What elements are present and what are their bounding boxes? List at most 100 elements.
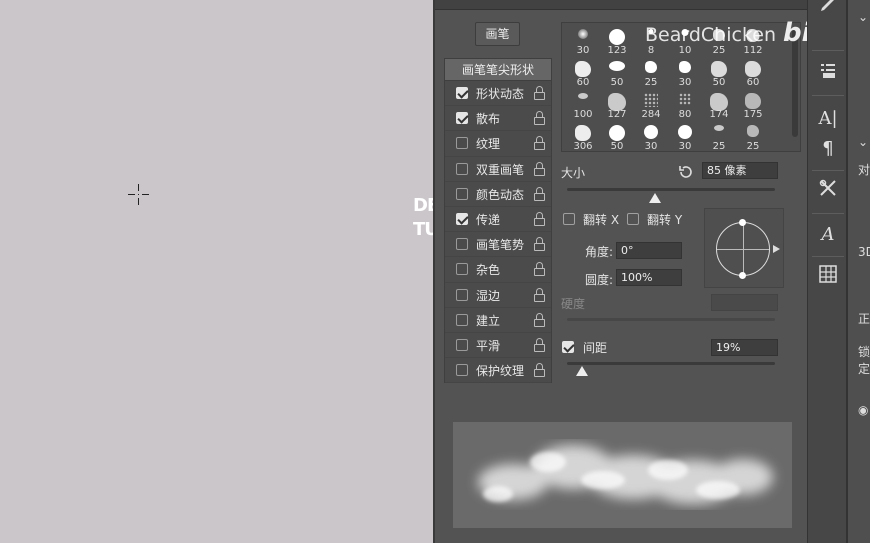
collapse-chevron-icon-2[interactable]: ⌄: [858, 135, 868, 149]
brush-option-row[interactable]: 传递: [445, 207, 551, 233]
brush-option-row[interactable]: 杂色: [445, 257, 551, 283]
preset-size-label: 10: [678, 45, 692, 56]
brush-tip-shape-item[interactable]: 画笔笔尖形状: [445, 59, 551, 81]
brush-option-row[interactable]: 形状动态: [445, 81, 551, 107]
lock-icon[interactable]: [534, 337, 545, 352]
brush-preset[interactable]: 30: [668, 57, 702, 89]
option-checkbox[interactable]: [456, 137, 468, 150]
reset-size-icon[interactable]: [678, 164, 694, 180]
lock-icon[interactable]: [534, 237, 545, 252]
option-label: 平滑: [476, 338, 501, 353]
visibility-eye-icon[interactable]: ◉: [858, 403, 868, 417]
angle-arrow-icon[interactable]: [773, 245, 780, 253]
brush-option-row[interactable]: 散布: [445, 106, 551, 132]
spacing-checkbox[interactable]: [562, 341, 574, 353]
table-grid-icon[interactable]: [814, 264, 842, 292]
brush-presets-button[interactable]: 画笔: [475, 22, 520, 46]
brush-preset[interactable]: 25: [736, 121, 770, 151]
option-label: 形状动态: [476, 87, 525, 101]
brush-option-row[interactable]: 建立: [445, 308, 551, 333]
option-checkbox[interactable]: [456, 187, 468, 200]
paragraph-panel-icon[interactable]: ¶: [814, 135, 842, 163]
lock-icon[interactable]: [534, 312, 545, 327]
brush-preset[interactable]: 174: [702, 89, 736, 121]
brush-option-row[interactable]: 保护纹理: [445, 358, 551, 384]
tool-presets-icon[interactable]: [814, 178, 842, 206]
flip-y-label: 翻转 Y: [647, 213, 683, 227]
panel-tab-bar[interactable]: [435, 0, 807, 10]
option-checkbox[interactable]: [456, 162, 468, 175]
lock-icon[interactable]: [534, 161, 545, 176]
lock-icon[interactable]: [534, 287, 545, 302]
roundness-field[interactable]: 100%: [616, 269, 682, 286]
preset-size-label: 25: [644, 77, 658, 88]
lock-icon[interactable]: [534, 111, 545, 126]
preset-size-label: 50: [712, 77, 726, 88]
option-checkbox[interactable]: [456, 212, 468, 225]
brush-preset[interactable]: 30: [634, 121, 668, 151]
brush-option-row[interactable]: 纹理: [445, 131, 551, 157]
brush-tip-icon: [645, 61, 657, 73]
lock-icon[interactable]: [534, 363, 545, 378]
brush-tip-icon: [609, 61, 625, 71]
brush-preset[interactable]: 50: [702, 57, 736, 89]
option-checkbox[interactable]: [456, 364, 468, 377]
right-panel-label-3: 正: [858, 312, 870, 326]
spacing-slider-track[interactable]: [567, 362, 775, 365]
document-canvas[interactable]: DE TU: [0, 0, 439, 543]
size-field[interactable]: 85 像素: [702, 162, 778, 179]
brush-preset[interactable]: 284: [634, 89, 668, 121]
preset-size-label: 60: [746, 77, 760, 88]
option-checkbox[interactable]: [456, 87, 468, 99]
brush-preset[interactable]: 60: [566, 57, 600, 89]
brush-preset[interactable]: 30: [668, 121, 702, 151]
brush-option-row[interactable]: 双重画笔: [445, 157, 551, 182]
brush-tool-icon[interactable]: [814, 0, 842, 22]
spacing-field[interactable]: 19%: [711, 339, 778, 356]
brush-tip-icon: [711, 61, 727, 77]
option-checkbox[interactable]: [456, 238, 468, 251]
option-checkbox[interactable]: [456, 313, 468, 326]
brush-preset[interactable]: 175: [736, 89, 770, 121]
brush-tip-icon: [679, 93, 691, 105]
brush-preset[interactable]: 25: [702, 121, 736, 151]
brush-preset[interactable]: 100: [566, 89, 600, 121]
preset-size-label: 50: [610, 77, 624, 88]
brush-preset[interactable]: 80: [668, 89, 702, 121]
flip-y-checkbox[interactable]: [627, 213, 639, 225]
brush-preset[interactable]: 30: [566, 25, 600, 57]
glyphs-icon[interactable]: A: [814, 221, 842, 249]
brush-option-row[interactable]: 湿边: [445, 283, 551, 308]
lock-icon[interactable]: [534, 136, 545, 151]
brush-preset[interactable]: 60: [736, 57, 770, 89]
size-slider-thumb[interactable]: [649, 193, 662, 203]
option-checkbox[interactable]: [456, 263, 468, 276]
flip-x-checkbox[interactable]: [563, 213, 575, 225]
brush-option-row[interactable]: 平滑: [445, 333, 551, 359]
brush-option-row[interactable]: 画笔笔势: [445, 232, 551, 258]
angle-field[interactable]: 0°: [616, 242, 682, 259]
lock-icon[interactable]: [534, 186, 545, 201]
option-checkbox[interactable]: [456, 338, 468, 351]
option-checkbox[interactable]: [456, 288, 468, 301]
spacing-slider-thumb[interactable]: [575, 366, 588, 376]
lock-icon[interactable]: [534, 262, 545, 277]
lock-icon[interactable]: [534, 86, 545, 100]
brush-preset[interactable]: 25: [634, 57, 668, 89]
brush-preset[interactable]: 50: [600, 121, 634, 151]
brush-preset[interactable]: 306: [566, 121, 600, 151]
option-checkbox[interactable]: [456, 112, 468, 125]
brush-preset[interactable]: 127: [600, 89, 634, 121]
brush-option-row[interactable]: 颜色动态: [445, 182, 551, 207]
angle-circle[interactable]: [716, 219, 770, 279]
size-slider-track[interactable]: [567, 188, 775, 191]
lock-icon[interactable]: [534, 211, 545, 226]
character-panel-icon[interactable]: A|: [814, 105, 842, 133]
paragraph-styles-icon[interactable]: [814, 60, 842, 88]
collapse-chevron-icon[interactable]: ⌄: [858, 10, 868, 24]
brush-preset[interactable]: 123: [600, 25, 634, 57]
brush-preset[interactable]: 50: [600, 57, 634, 89]
option-label: 纹理: [476, 137, 501, 152]
right-tool-strip: A| ¶ A: [807, 0, 847, 543]
angle-roundness-widget[interactable]: [704, 208, 784, 288]
